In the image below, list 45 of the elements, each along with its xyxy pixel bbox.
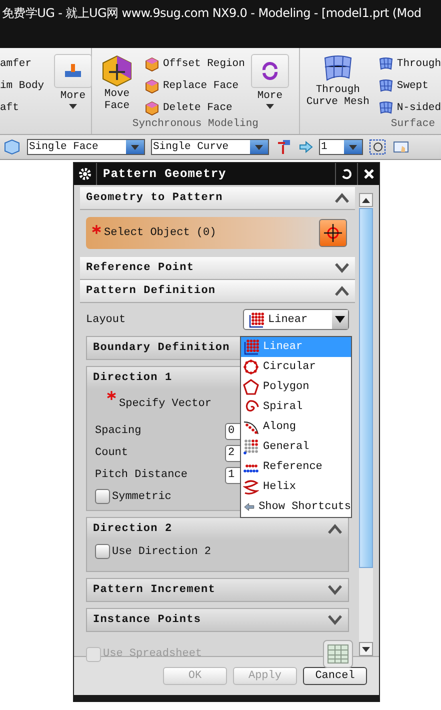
section-title: Direction 2 — [93, 523, 172, 535]
layout-dropdown[interactable]: Linear — [243, 309, 349, 330]
dropdown-option[interactable]: Reference — [241, 457, 351, 477]
ribbon-command[interactable]: Offset Region — [144, 56, 245, 72]
section-title: Direction 1 — [93, 372, 172, 384]
window-title: 免费学UG - 就上UG网 www.9sug.com NX9.0 - Modeling - [model1.prt (Mod — [0, 0, 441, 48]
checkbox-label: Symmetric — [112, 490, 172, 502]
ribbon-command[interactable]: Through — [378, 56, 441, 72]
selection-filter-dropdown[interactable]: 1 — [319, 139, 363, 155]
ribbon-command[interactable]: Delete Face — [144, 100, 245, 116]
move-face-button[interactable]: Move Face — [96, 54, 138, 112]
ribbon-command[interactable]: N-sided — [378, 100, 441, 116]
dropdown-option[interactable]: Helix — [241, 477, 351, 497]
section-title: Instance Points — [93, 614, 202, 626]
cancel-button[interactable]: Cancel — [303, 667, 367, 685]
field-label: Layout — [86, 314, 126, 326]
ribbon-command[interactable]: aft — [0, 100, 52, 116]
section-title: Pattern Increment — [93, 584, 216, 596]
dialog-title: Pattern Geometry — [102, 167, 228, 181]
group-label: Synchronous Modeling — [131, 118, 260, 132]
section-title: Boundary Definition — [93, 342, 230, 354]
field-label: Count — [95, 447, 130, 459]
selection-bar[interactable]: Select Object (0) — [86, 217, 349, 249]
dropdown-option[interactable]: General — [241, 437, 351, 457]
selection-filter-dropdown[interactable]: Single Curve — [151, 139, 269, 155]
through-curve-mesh-button[interactable]: Through Curve Mesh — [304, 54, 372, 108]
section-title: Pattern Definition — [86, 285, 216, 297]
dropdown-option[interactable]: Circular — [241, 357, 351, 377]
section-title: Geometry to Pattern — [86, 192, 223, 204]
ribbon-command[interactable]: im Body — [0, 78, 52, 94]
ribbon-command[interactable]: amfer — [0, 56, 52, 72]
dropdown-option[interactable]: Spiral — [241, 397, 351, 417]
ribbon-command[interactable]: Swept — [378, 78, 441, 94]
dropdown-option[interactable]: Polygon — [241, 377, 351, 397]
field-label: Pitch Distance — [95, 469, 188, 481]
group-label: Surface — [390, 118, 436, 132]
section-title: Reference Point — [86, 262, 194, 274]
ribbon-command[interactable]: Replace Face — [144, 78, 245, 94]
selection-filter-dropdown[interactable]: Single Face — [27, 139, 145, 155]
field-label: Spacing — [95, 425, 142, 437]
dropdown-option[interactable]: Along — [241, 417, 351, 437]
checkbox-label: Use Spreadsheet — [103, 648, 202, 660]
checkbox-label: Use Direction 2 — [112, 546, 212, 558]
dropdown-option[interactable]: Show Shortcuts — [241, 497, 351, 517]
field-label: Specify Vector — [119, 398, 212, 410]
